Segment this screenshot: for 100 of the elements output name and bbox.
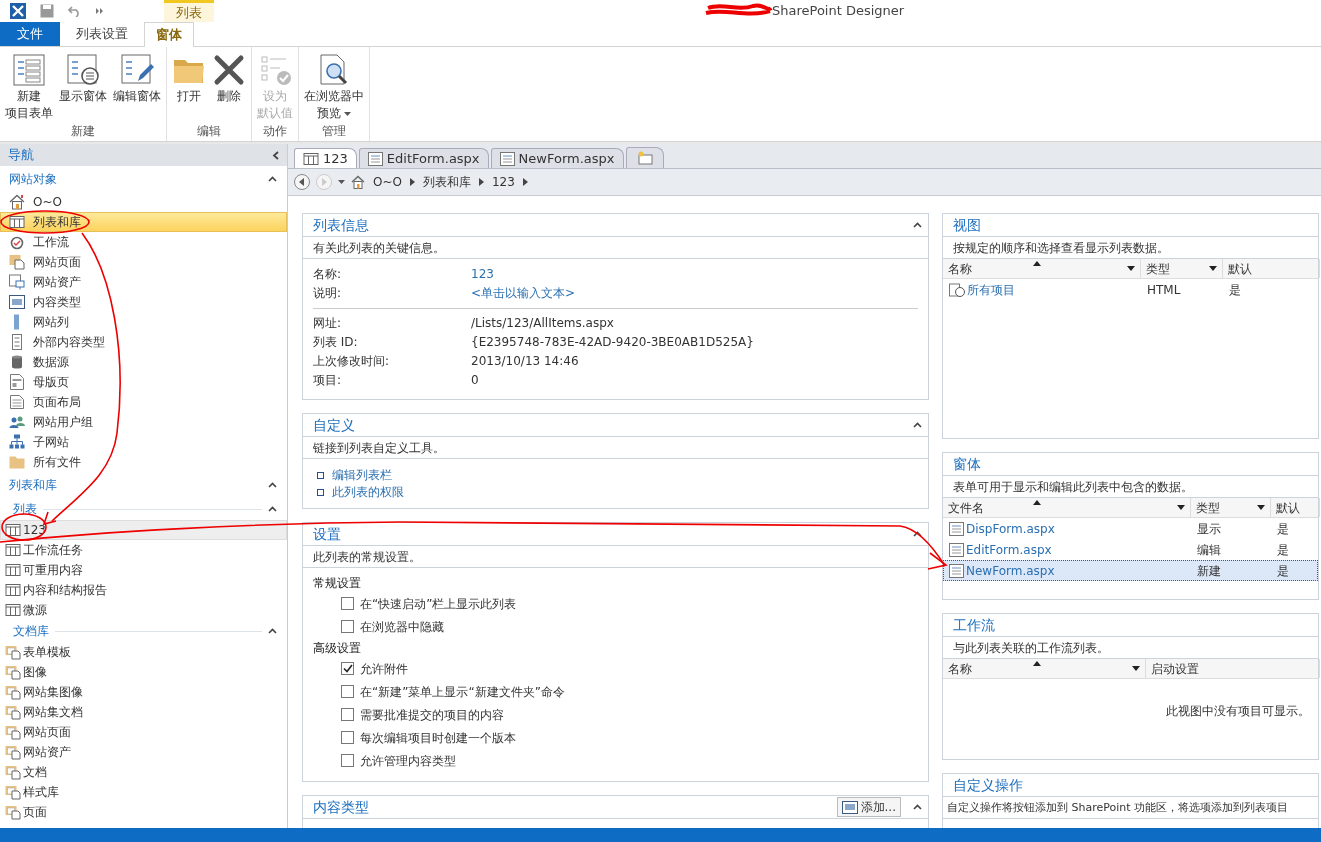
checkbox[interactable]	[341, 754, 354, 767]
nav-item[interactable]: 列表和库	[0, 212, 287, 232]
nav-item[interactable]: 网站集文档	[0, 702, 287, 722]
dropdown-icon[interactable]	[1127, 266, 1135, 271]
panel-title: 自定义操作	[953, 777, 1023, 793]
column-header[interactable]: 类型	[1141, 259, 1223, 278]
dropdown-icon[interactable]	[1132, 666, 1140, 671]
file-link[interactable]: NewForm.aspx	[966, 562, 1055, 579]
ribbon-tab[interactable]: 窗体	[144, 22, 194, 47]
nav-item[interactable]: 网站列	[0, 312, 287, 332]
checkbox[interactable]	[341, 708, 354, 721]
checkbox[interactable]	[341, 662, 354, 675]
checkbox[interactable]	[341, 597, 354, 610]
table-cell-text: 是	[1276, 562, 1290, 579]
nav-item[interactable]: 网站页面	[0, 252, 287, 272]
ribbon-tab[interactable]: 列表设置	[60, 22, 144, 46]
nav-title: 导航	[8, 147, 34, 163]
link[interactable]: 编辑列表栏	[332, 467, 392, 483]
panel-description: 此列表的常规设置。	[303, 546, 928, 568]
column-label: 启动设置	[1151, 660, 1199, 677]
field-link[interactable]: <单击以输入文本>	[471, 284, 918, 303]
table-row[interactable]: NewForm.aspx 新建 是	[943, 560, 1318, 581]
dropdown-icon[interactable]	[1209, 266, 1217, 271]
nav-item[interactable]: 网站集图像	[0, 682, 287, 702]
collapse-icon[interactable]	[913, 422, 922, 428]
nav-item[interactable]: 子网站	[0, 432, 287, 452]
nav-item[interactable]: 表单模板	[0, 642, 287, 662]
checkbox[interactable]	[341, 731, 354, 744]
empty-message: 此视图中没有项目可显示。	[1165, 703, 1311, 719]
nav-item[interactable]: 内容和结构报告	[0, 580, 287, 600]
form-edit-icon	[120, 53, 154, 87]
nav-item[interactable]: O~O	[0, 192, 287, 212]
back-button[interactable]	[294, 174, 310, 190]
nav-item[interactable]: 所有文件	[0, 452, 287, 472]
nav-item[interactable]: 图像	[0, 662, 287, 682]
settings-group-title: 常规设置	[313, 574, 362, 592]
nav-item[interactable]: 内容类型	[0, 292, 287, 312]
nav-item[interactable]: 网站资产	[0, 272, 287, 292]
nav-item[interactable]: 页面布局	[0, 392, 287, 412]
column-header[interactable]: 名称	[943, 659, 1146, 678]
dropdown-icon[interactable]	[1177, 505, 1185, 510]
ribbon-button[interactable]: 删除	[209, 51, 249, 123]
breadcrumb-item[interactable]: 123	[489, 174, 517, 190]
table-row[interactable]: DispForm.aspx 显示 是	[943, 518, 1318, 539]
breadcrumb-item[interactable]: O~O	[371, 174, 404, 190]
document-tab[interactable]: NewForm.aspx	[490, 148, 624, 168]
nav-item[interactable]: 微源	[0, 600, 287, 620]
file-link[interactable]: 所有项目	[967, 281, 1015, 298]
nav-item[interactable]: 工作流	[0, 232, 287, 252]
column-header[interactable]: 类型	[1191, 498, 1271, 517]
document-tab[interactable]: EditForm.aspx	[358, 148, 489, 168]
nav-item[interactable]: 样式库	[0, 782, 287, 802]
table-row[interactable]: 所有项目 HTML 是	[943, 279, 1318, 300]
add-button[interactable]: 添加...	[836, 797, 901, 817]
link[interactable]: 此列表的权限	[332, 484, 404, 500]
nav-item[interactable]: 页面	[0, 802, 287, 822]
collapse-icon[interactable]	[913, 222, 922, 228]
collapse-icon[interactable]	[268, 482, 277, 488]
checkbox-label: 在“新建”菜单上显示“新建文件夹”命令	[360, 683, 565, 700]
ribbon-button[interactable]: 显示窗体	[56, 51, 110, 123]
collapse-icon[interactable]	[913, 804, 922, 810]
breadcrumb-item[interactable]: 列表和库	[420, 174, 473, 190]
ribbon-button[interactable]: 编辑窗体	[110, 51, 164, 123]
collapse-icon[interactable]	[268, 628, 277, 634]
column-header[interactable]: 名称	[943, 259, 1141, 278]
collapse-icon[interactable]	[913, 531, 922, 537]
file-link[interactable]: DispForm.aspx	[966, 520, 1055, 537]
column-header[interactable]: 文件名	[943, 498, 1191, 517]
collapse-icon[interactable]	[268, 176, 277, 182]
nav-item[interactable]: 母版页	[0, 372, 287, 392]
home-icon	[351, 175, 365, 189]
form-icon	[12, 53, 46, 87]
nav-item[interactable]: 可重用内容	[0, 560, 287, 580]
nav-item[interactable]: 文档	[0, 762, 287, 782]
collapse-icon[interactable]	[268, 506, 277, 512]
dropdown-icon[interactable]	[1257, 505, 1265, 510]
nav-item[interactable]: 网站页面	[0, 722, 287, 742]
library-icon	[5, 644, 21, 660]
file-link[interactable]: EditForm.aspx	[966, 541, 1052, 558]
nav-item[interactable]: 网站资产	[0, 742, 287, 762]
column-header[interactable]: 默认	[1223, 259, 1320, 278]
table-icon	[5, 543, 21, 557]
ribbon-tab[interactable]: 文件	[0, 22, 60, 46]
document-tab[interactable]: 123	[294, 148, 357, 168]
ribbon-button[interactable]: 新建 项目表单	[2, 51, 56, 123]
nav-item[interactable]: 数据源	[0, 352, 287, 372]
table-row[interactable]: EditForm.aspx 编辑 是	[943, 539, 1318, 560]
column-header[interactable]: 启动设置	[1146, 659, 1320, 678]
column-header[interactable]: 默认	[1271, 498, 1320, 517]
nav-item[interactable]: 123	[0, 520, 287, 540]
ribbon-button[interactable]: 打开	[169, 51, 209, 123]
checkbox[interactable]	[341, 620, 354, 633]
field-link[interactable]: 123	[471, 265, 918, 284]
ribbon-button[interactable]: 在浏览器中 预览	[301, 51, 367, 123]
column-label: 类型	[1146, 260, 1170, 277]
nav-item[interactable]: 网站用户组	[0, 412, 287, 432]
checkbox[interactable]	[341, 685, 354, 698]
checkbox-label: 允许附件	[360, 660, 408, 677]
nav-item[interactable]: 工作流任务	[0, 540, 287, 560]
nav-item[interactable]: 外部内容类型	[0, 332, 287, 352]
